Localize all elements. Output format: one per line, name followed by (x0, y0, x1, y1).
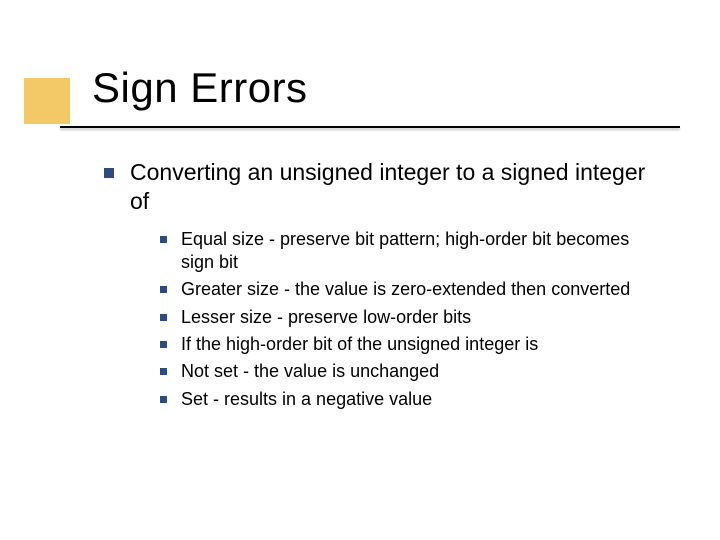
slide-body: Converting an unsigned integer to a sign… (104, 158, 664, 415)
list-item-text: Converting an unsigned integer to a sign… (130, 158, 664, 216)
square-bullet-icon (160, 341, 167, 348)
list-item: Set - results in a negative value (160, 388, 664, 411)
list-item: If the high-order bit of the unsigned in… (160, 333, 664, 356)
list-item: Converting an unsigned integer to a sign… (104, 158, 664, 216)
list-item-text: Equal size - preserve bit pattern; high-… (181, 228, 664, 275)
list-item: Equal size - preserve bit pattern; high-… (160, 228, 664, 275)
sub-list: Equal size - preserve bit pattern; high-… (160, 228, 664, 412)
list-item-text: Lesser size - preserve low-order bits (181, 306, 471, 329)
square-bullet-icon (160, 314, 167, 321)
slide: Sign Errors Converting an unsigned integ… (0, 0, 720, 540)
square-bullet-icon (104, 168, 114, 178)
slide-title: Sign Errors (92, 64, 308, 112)
list-item-text: Not set - the value is unchanged (181, 360, 439, 383)
title-accent-box (24, 78, 70, 124)
list-item-text: If the high-order bit of the unsigned in… (181, 333, 538, 356)
title-underline (60, 126, 680, 128)
list-item: Not set - the value is unchanged (160, 360, 664, 383)
square-bullet-icon (160, 236, 167, 243)
list-item-text: Set - results in a negative value (181, 388, 432, 411)
list-item: Greater size - the value is zero-extende… (160, 278, 664, 301)
square-bullet-icon (160, 286, 167, 293)
square-bullet-icon (160, 396, 167, 403)
square-bullet-icon (160, 368, 167, 375)
list-item: Lesser size - preserve low-order bits (160, 306, 664, 329)
list-item-text: Greater size - the value is zero-extende… (181, 278, 630, 301)
